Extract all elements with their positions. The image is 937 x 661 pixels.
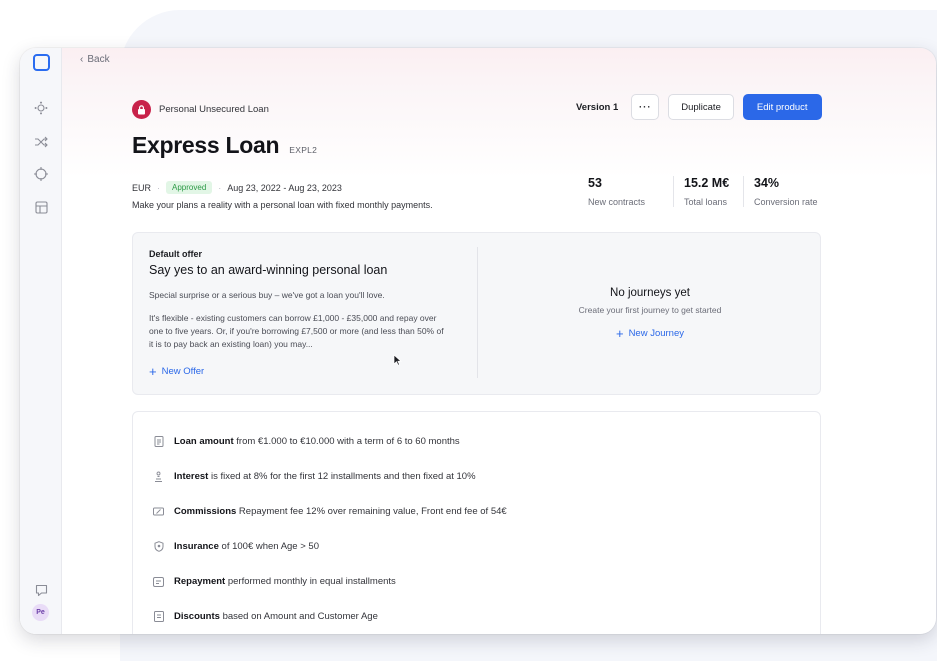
- more-options-button[interactable]: ···: [631, 94, 660, 120]
- percent-icon: [153, 471, 164, 482]
- product-description: Make your plans a reality with a persona…: [132, 200, 433, 210]
- journeys-title: No journeys yet: [610, 287, 690, 299]
- shuffle-icon[interactable]: [32, 133, 50, 151]
- terms-card: Loan amount from €1.000 to €10.000 with …: [132, 411, 821, 634]
- journeys-subtitle: Create your first journey to get started: [578, 305, 722, 315]
- sidebar: Pe: [20, 48, 62, 634]
- term-text: from €1.000 to €10.000 with a term of 6 …: [233, 436, 460, 447]
- term-commissions: Commissions Repayment fee 12% over remai…: [153, 506, 507, 517]
- lock-icon: [132, 100, 151, 119]
- term-text: performed monthly in equal installments: [225, 576, 396, 587]
- mouse-cursor-icon: [393, 354, 402, 366]
- term-title: Commissions: [174, 506, 237, 517]
- cube-icon[interactable]: [32, 99, 50, 117]
- product-type: Personal Unsecured Loan: [132, 100, 269, 119]
- status-badge: Approved: [166, 181, 213, 194]
- new-journey-link[interactable]: + New Journey: [478, 325, 822, 341]
- product-type-label: Personal Unsecured Loan: [159, 104, 269, 115]
- shield-icon: [153, 541, 164, 552]
- calendar-icon: [153, 576, 164, 587]
- offer-label: Default offer: [149, 249, 203, 259]
- new-journey-label: New Journey: [628, 328, 685, 339]
- date-range: Aug 23, 2022 - Aug 23, 2023: [227, 182, 342, 193]
- new-offer-link[interactable]: + New Offer: [149, 363, 205, 379]
- stat-total-loans: 15.2 M€ Total loans: [673, 176, 743, 207]
- list-icon: [153, 611, 164, 622]
- offer-tagline: Special surprise or a serious buy – we'v…: [149, 290, 385, 300]
- stat-conversion-rate: 34% Conversion rate: [743, 176, 833, 207]
- offer-body: It's flexible - existing customers can b…: [149, 313, 444, 349]
- default-offer[interactable]: Default offer Say yes to an award-winnin…: [149, 249, 449, 351]
- term-title: Repayment: [174, 576, 226, 587]
- stat-label: New contracts: [588, 197, 646, 207]
- app-window: Pe ‹ Back Personal Unsecured Loan Expres…: [20, 48, 936, 634]
- new-offer-label: New Offer: [161, 366, 205, 377]
- user-avatar[interactable]: Pe: [32, 604, 49, 621]
- plus-icon: +: [615, 325, 624, 341]
- target-icon[interactable]: [32, 165, 50, 183]
- version-label[interactable]: Version 1: [576, 102, 618, 113]
- tag-icon: [153, 506, 164, 517]
- chat-icon[interactable]: [32, 581, 50, 599]
- term-repayment: Repayment performed monthly in equal ins…: [153, 576, 396, 587]
- journeys-empty-state: No journeys yet Create your first journe…: [478, 287, 822, 341]
- back-link[interactable]: ‹ Back: [80, 54, 110, 65]
- term-title: Insurance: [174, 541, 219, 552]
- chevron-left-icon: ‹: [80, 54, 84, 65]
- offer-card: Default offer Say yes to an award-winnin…: [132, 232, 821, 395]
- document-icon: [153, 436, 164, 447]
- term-discounts: Discounts based on Amount and Customer A…: [153, 611, 378, 622]
- stat-label: Conversion rate: [754, 197, 818, 207]
- term-loan-amount: Loan amount from €1.000 to €10.000 with …: [153, 436, 460, 447]
- duplicate-button[interactable]: Duplicate: [668, 94, 734, 120]
- offer-title: Say yes to an award-winning personal loa…: [149, 263, 388, 277]
- stat-value: 15.2 M€: [684, 176, 730, 190]
- product-code: EXPL2: [289, 145, 318, 155]
- term-title: Discounts: [174, 611, 220, 622]
- term-interest: Interest is fixed at 8% for the first 12…: [153, 471, 476, 482]
- term-text: of 100€ when Age > 50: [218, 541, 319, 552]
- app-logo-icon[interactable]: [32, 53, 50, 71]
- grid-icon[interactable]: [32, 198, 50, 216]
- term-text: based on Amount and Customer Age: [219, 611, 378, 622]
- title-row: Express Loan EXPL2: [132, 132, 317, 159]
- stats-panel: 53 New contracts 15.2 M€ Total loans 34%…: [588, 176, 833, 207]
- stat-value: 34%: [754, 176, 780, 190]
- header-actions: Version 1 ··· Duplicate Edit product: [576, 94, 822, 120]
- stat-value: 53: [588, 176, 602, 190]
- term-title: Loan amount: [174, 436, 234, 447]
- back-label: Back: [87, 54, 110, 65]
- term-text: is fixed at 8% for the first 12 installm…: [208, 471, 476, 482]
- stat-new-contracts: 53 New contracts: [588, 176, 673, 207]
- separator-dot: ·: [157, 182, 161, 193]
- edit-product-button[interactable]: Edit product: [742, 94, 822, 120]
- term-title: Interest: [174, 471, 209, 482]
- separator-dot: ·: [218, 182, 222, 193]
- term-text: Repayment fee 12% over remaining value, …: [236, 506, 507, 517]
- product-meta: EUR · Approved · Aug 23, 2022 - Aug 23, …: [132, 181, 342, 194]
- currency: EUR: [132, 182, 152, 193]
- plus-icon: +: [149, 363, 157, 379]
- stat-label: Total loans: [684, 197, 728, 207]
- term-insurance: Insurance of 100€ when Age > 50: [153, 541, 319, 552]
- page-title: Express Loan: [132, 132, 280, 158]
